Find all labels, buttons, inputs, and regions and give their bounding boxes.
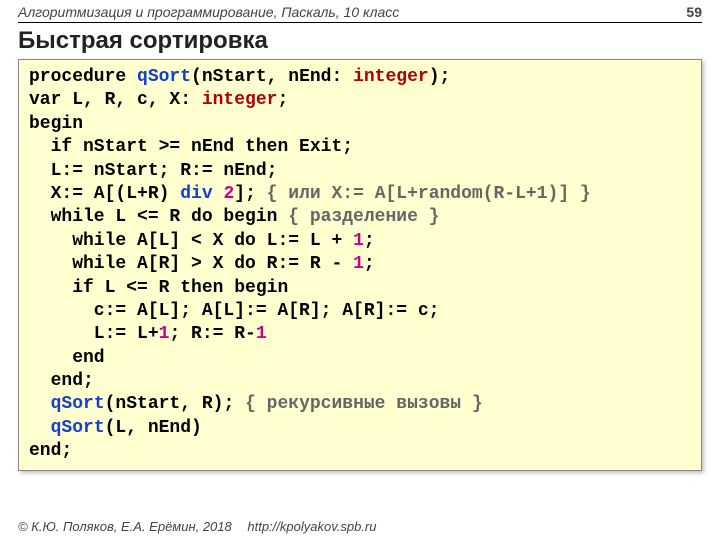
code-comment: { рекурсивные вызовы } (245, 394, 483, 414)
code-listing: procedure qSort(nStart, nEnd: integer); … (18, 59, 702, 471)
code-token: 1 (353, 231, 364, 251)
code-token: 1 (159, 324, 170, 344)
code-token: ; (364, 231, 375, 251)
code-token: ; (364, 254, 375, 274)
code-token: qSort (137, 67, 191, 87)
code-token: ; R:= R- (169, 324, 255, 344)
code-token: while L <= R do begin (29, 207, 288, 227)
slide-header: Алгоритмизация и программирование, Паска… (0, 0, 720, 20)
code-token: X:= A[(L+R) (29, 184, 180, 204)
code-token: qSort (51, 394, 105, 414)
code-token: procedure (29, 67, 137, 87)
code-token (29, 394, 51, 414)
code-token: L:= L+ (29, 324, 159, 344)
code-token: 1 (256, 324, 267, 344)
code-token: ]; (234, 184, 266, 204)
code-token: qSort (51, 418, 105, 438)
code-token: end; (29, 371, 94, 391)
code-token: ); (429, 67, 451, 87)
code-token: 1 (353, 254, 364, 274)
code-token: (L, nEnd) (105, 418, 202, 438)
code-token: div (180, 184, 223, 204)
code-token: while A[L] < X do L:= L + (29, 231, 353, 251)
code-token: integer (202, 90, 278, 110)
code-comment: { или X:= A[L+random(R-L+1)] } (267, 184, 591, 204)
code-token: ; (277, 90, 288, 110)
footer-url: http://kpolyakov.spb.ru (247, 519, 376, 534)
code-token: if nStart >= nEnd then Exit; (29, 137, 353, 157)
code-token: if L <= R then begin (29, 278, 288, 298)
code-token: integer (353, 67, 429, 87)
code-token: (nStart, R); (105, 394, 245, 414)
copyright-text: © К.Ю. Поляков, Е.А. Ерёмин, 2018 (18, 519, 232, 534)
code-token: var L, R, c, X: (29, 90, 202, 110)
code-token: (nStart, nEnd: (191, 67, 353, 87)
code-comment: { разделение } (288, 207, 439, 227)
subject-line: Алгоритмизация и программирование, Паска… (18, 4, 399, 20)
code-token: 2 (223, 184, 234, 204)
code-token: begin (29, 114, 83, 134)
code-token: end; (29, 441, 72, 461)
code-token (29, 418, 51, 438)
page-number: 59 (686, 4, 702, 20)
code-token: L:= nStart; R:= nEnd; (29, 161, 277, 181)
slide-footer: © К.Ю. Поляков, Е.А. Ерёмин, 2018 http:/… (18, 519, 376, 534)
slide-title: Быстрая сортировка (0, 23, 720, 57)
code-token: c:= A[L]; A[L]:= A[R]; A[R]:= c; (29, 301, 439, 321)
code-token: end (29, 348, 105, 368)
code-token: while A[R] > X do R:= R - (29, 254, 353, 274)
